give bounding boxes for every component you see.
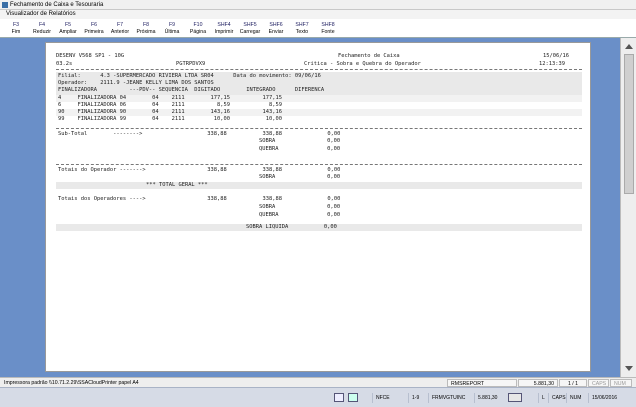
subtotal-line: Sub-Total --------> 338,88 338,88 0,00 xyxy=(58,131,341,137)
toolbar-button-imprimir[interactable]: SHF4 Imprimir xyxy=(211,19,237,38)
task-date: 15/06/2016 xyxy=(588,393,620,403)
scroll-up-arrow-icon[interactable] xyxy=(625,44,633,49)
status-value: 5.881,30 xyxy=(518,379,558,387)
task-module: FRMVGTUINC xyxy=(428,393,468,403)
vertical-scrollbar[interactable] xyxy=(620,38,636,377)
caps-indicator: CAPS xyxy=(588,379,609,387)
report-name: RMSREPORT xyxy=(447,379,517,387)
toolbar-button-pr-xima[interactable]: F8 Próxima xyxy=(133,19,159,38)
scroll-down-arrow-icon[interactable] xyxy=(625,366,633,371)
toolbar-button-carregar[interactable]: SHF5 Carregar xyxy=(237,19,263,38)
all-operators-quebra: QUEBRA 0,00 xyxy=(259,212,341,218)
toolbar-button-enviar[interactable]: SHF6 Enviar xyxy=(263,19,289,38)
viewer-title-bar: Visualizador de Relatórios xyxy=(0,10,636,19)
task-l-indicator: L xyxy=(538,393,548,403)
toolbar-key: F6 xyxy=(90,21,98,28)
toolbar-label: Ampliar xyxy=(59,28,77,35)
report-program-id: PGTRPDVX9 xyxy=(176,61,206,67)
calculator-icon[interactable] xyxy=(508,393,522,402)
column-headers: FINALIZADORA ---PDV-- SEQUENCIA DIGITADO… xyxy=(58,87,325,93)
status-bar: Impressora padrão \\10.71.2.29\SSACloudP… xyxy=(0,377,636,387)
toolbar-button-reduzir[interactable]: F4 Reduzir xyxy=(29,19,55,38)
table-row: 6 FINALIZADORA 06 04 2111 8,59 8,59 xyxy=(58,102,282,108)
toolbar-key: F3 xyxy=(12,21,20,28)
report-version: 03.2s xyxy=(56,61,73,67)
total-geral-label: *** TOTAL GERAL *** xyxy=(146,182,208,188)
operador-line: Operador: 2111.9 -JEANE KELLY LIMA DOS S… xyxy=(58,80,214,86)
toolbar-button-fonte[interactable]: SHF8 Fonte xyxy=(315,19,341,38)
toolbar-label: Fonte xyxy=(321,28,335,35)
toolbar-button-fim[interactable]: F3 Fim xyxy=(3,19,29,38)
toolbar-button-texto[interactable]: SHF7 Texto xyxy=(289,19,315,38)
report-title: Fechamento de Caixa xyxy=(338,53,400,59)
page-counter: 1 / 1 xyxy=(559,379,587,387)
subtotal-quebra: QUEBRA 0,00 xyxy=(259,146,341,152)
table-row: 90 FINALIZADORA 90 04 2111 143,16 143,16 xyxy=(58,109,282,115)
toolbar-label: Fim xyxy=(11,28,21,35)
task-app: NFCE xyxy=(372,393,393,403)
toolbar-label: Texto xyxy=(295,28,309,35)
toolbar-button-primeira[interactable]: F6 Primeira xyxy=(81,19,107,38)
subtotal-divider xyxy=(56,128,582,129)
report-system-name: DESENV V568 SP1 - 10G xyxy=(56,53,125,59)
toolbar-label: Enviar xyxy=(268,28,284,35)
operator-total-sobra: SOBRA 0,00 xyxy=(259,174,341,180)
toolbar-key: SHF5 xyxy=(243,21,257,28)
report-date: 15/06/16 xyxy=(543,53,569,59)
folder-icon[interactable] xyxy=(348,393,358,402)
toolbar-button-anterior[interactable]: F7 Anterior xyxy=(107,19,133,38)
all-operators-total-line: Totais dos Operadores ----> 338,88 338,8… xyxy=(58,196,341,202)
toolbar-key: SHF8 xyxy=(321,21,335,28)
toolbar-label: Próxima xyxy=(136,28,156,35)
total-geral-band xyxy=(56,182,582,189)
num-indicator: NUM xyxy=(610,379,632,387)
header-divider xyxy=(56,69,582,70)
toolbar-label: Imprimir xyxy=(214,28,234,35)
viewer-title: Visualizador de Relatórios xyxy=(6,11,76,17)
toolbar-key: F5 xyxy=(64,21,72,28)
toolbar-key: SHF7 xyxy=(295,21,309,28)
all-operators-sobra: SOBRA 0,00 xyxy=(259,204,341,210)
toolbar-label: Anterior xyxy=(110,28,130,35)
toolbar-key: F10 xyxy=(193,21,203,28)
filial-line: Filial: 4.3 -SUPERMERCADO RIVIERA LTDA S… xyxy=(58,73,321,79)
app-title-bar: Fechamento de Caixa e Tesouraria xyxy=(0,0,636,10)
scroll-thumb[interactable] xyxy=(624,54,634,194)
table-row: 4 FINALIZADORA 04 04 2111 177,15 177,15 xyxy=(58,95,282,101)
app-icon xyxy=(2,2,8,8)
toolbar-button-p-gina[interactable]: F10 Página xyxy=(185,19,211,38)
app-title: Fechamento de Caixa e Tesouraria xyxy=(10,2,104,8)
report-subtitle: Critica - Sobra e Quebra do Operador xyxy=(304,61,421,67)
operator-total-divider xyxy=(56,164,582,165)
toolbar-label: Reduzir xyxy=(33,28,51,35)
toolbar-label: Última xyxy=(164,28,180,35)
toolbar-key: F9 xyxy=(168,21,176,28)
task-range: 1-9 xyxy=(408,393,422,403)
report-page: DESENV V568 SP1 - 10G 03.2s PGTRPDVX9 Fe… xyxy=(45,42,591,372)
operator-total-line: Totais do Operador -------> 338,88 338,8… xyxy=(58,167,341,173)
toolbar-key: F8 xyxy=(142,21,150,28)
toolbar-button--ltima[interactable]: F9 Última xyxy=(159,19,185,38)
table-row: 99 FINALIZADORA 99 04 2111 10,00 10,00 xyxy=(58,116,282,122)
toolbar-button-ampliar[interactable]: F5 Ampliar xyxy=(55,19,81,38)
toolbar-key: SHF4 xyxy=(217,21,231,28)
toolbar-key: F4 xyxy=(38,21,46,28)
toolbar-label: Primeira xyxy=(84,28,104,35)
toolbar-key: F7 xyxy=(116,21,124,28)
task-value: 5.881,30 xyxy=(474,393,500,403)
taskbar: NFCE 1-9 FRMVGTUINC 5.881,30 L CAPS NUM … xyxy=(0,387,636,407)
toolbar-key: SHF6 xyxy=(269,21,283,28)
task-num: NUM xyxy=(566,393,584,403)
toolbar-label: Carregar xyxy=(239,28,261,35)
report-toolbar: F3 Fim F4 Reduzir F5 Ampliar F6 Primeira F7 Anter… xyxy=(0,19,636,38)
toolbar-label: Página xyxy=(189,28,207,35)
report-time: 12:13:39 xyxy=(539,61,565,67)
window-icon[interactable] xyxy=(334,393,344,402)
sobra-liquida-line: SOBRA LIQUIDA 0,00 xyxy=(246,224,337,230)
subtotal-sobra: SOBRA 0,00 xyxy=(259,138,341,144)
